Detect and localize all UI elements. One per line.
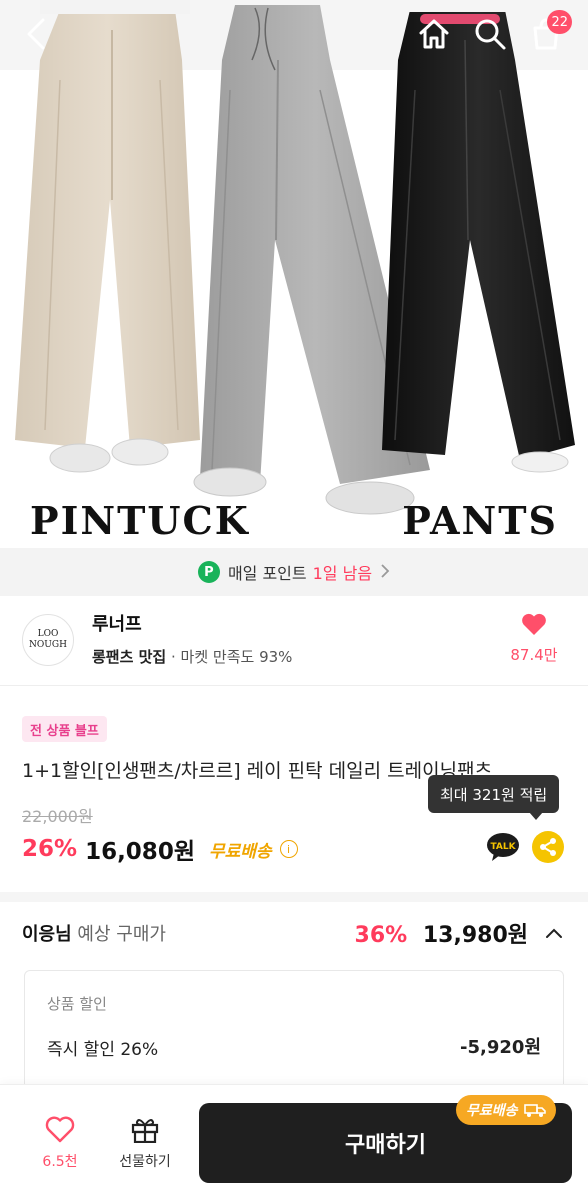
points-icon: P xyxy=(197,561,220,583)
expected-price-caption: 예상 구매가 xyxy=(77,924,166,945)
hero-text-pants: PANTS xyxy=(402,498,558,543)
cart-count-badge: 22 xyxy=(547,10,572,34)
shop-logo-line2: NOUGH xyxy=(29,640,67,650)
gift-icon xyxy=(131,1119,159,1144)
shop-logo-line1: LOO xyxy=(37,629,59,639)
kakao-talk-button[interactable]: TALK xyxy=(486,831,520,863)
section-divider xyxy=(0,892,588,902)
chevron-left-icon xyxy=(27,18,45,50)
shop-like-button[interactable]: 87.4만 xyxy=(504,612,564,665)
heart-filled-icon xyxy=(522,613,546,635)
shop-info-row[interactable]: LOO NOUGH 루너프 롱팬츠 맛집 · 마켓 만족도 93% 87.4만 xyxy=(0,596,588,686)
chevron-up-icon[interactable] xyxy=(544,924,564,944)
instant-discount-label: 즉시 할인 26% xyxy=(47,1040,159,1060)
shop-name[interactable]: 루너프 xyxy=(92,610,142,636)
heart-outline-icon xyxy=(45,1116,75,1143)
product-hero-image[interactable]: PINTUCK PANTS 22 xyxy=(0,0,588,548)
talk-icon: TALK xyxy=(487,833,519,861)
reward-tooltip: 최대 321원 적립 xyxy=(428,775,560,820)
share-icon xyxy=(540,838,556,856)
price-row: 26% 16,080원 무료배송 i xyxy=(22,832,298,866)
sale-price: 16,080원 xyxy=(85,839,195,865)
expected-price-value: 13,980원 xyxy=(422,923,528,948)
promo-badge: 전 상품 블프 xyxy=(22,716,107,742)
expected-price: 36% 13,980원 xyxy=(355,917,528,949)
cart-button[interactable]: 22 xyxy=(526,10,572,54)
expected-price-row[interactable]: 이응님 예상 구매가 36% 13,980원 xyxy=(0,902,588,964)
search-icon xyxy=(475,19,506,50)
daily-points-banner[interactable]: P 매일 포인트 1일 남음 xyxy=(0,548,588,596)
discount-box-title: 상품 할인 xyxy=(47,995,107,1013)
wishlist-button[interactable]: 6.5천 xyxy=(30,1115,90,1171)
discount-rate: 26% xyxy=(22,836,78,862)
user-name: 이응님 xyxy=(22,924,72,945)
gift-label: 선물하기 xyxy=(119,1154,171,1170)
search-button[interactable] xyxy=(470,14,510,54)
instant-discount-amount: -5,920원 xyxy=(460,1037,541,1058)
expected-price-label: 이응님 예상 구매가 xyxy=(22,920,166,946)
shop-logo[interactable]: LOO NOUGH xyxy=(22,614,74,666)
points-remaining: 1일 남음 xyxy=(312,564,373,583)
original-price: 22,000원 xyxy=(22,807,93,826)
back-button[interactable] xyxy=(16,14,56,54)
shop-satisfaction: · 마켓 만족도 93% xyxy=(171,648,293,666)
shop-tagline: 롱팬츠 맛집 xyxy=(92,648,167,666)
free-shipping-label: 무료배송 xyxy=(208,841,272,862)
gift-button[interactable]: 선물하기 xyxy=(112,1115,178,1171)
expected-discount: 36% xyxy=(354,923,408,948)
pants-photo xyxy=(0,0,588,548)
info-icon[interactable]: i xyxy=(279,840,298,858)
chevron-right-icon xyxy=(380,563,390,582)
talk-label: TALK xyxy=(490,842,516,852)
bottom-action-bar: 6.5천 선물하기 구매하기 무료배송 xyxy=(0,1084,588,1200)
home-icon xyxy=(419,19,449,49)
points-label: 매일 포인트 xyxy=(227,564,307,583)
home-button[interactable] xyxy=(414,14,454,54)
truck-icon xyxy=(523,1104,546,1117)
share-button[interactable] xyxy=(532,831,564,863)
shop-like-count: 87.4만 xyxy=(510,646,558,664)
free-shipping-tag: 무료배송 xyxy=(456,1095,556,1125)
free-shipping-tag-label: 무료배송 xyxy=(466,1103,518,1119)
shop-subtitle: 롱팬츠 맛집 · 마켓 만족도 93% xyxy=(92,646,292,667)
hero-text-pintuck: PINTUCK xyxy=(30,498,250,543)
wishlist-count: 6.5천 xyxy=(42,1154,78,1170)
